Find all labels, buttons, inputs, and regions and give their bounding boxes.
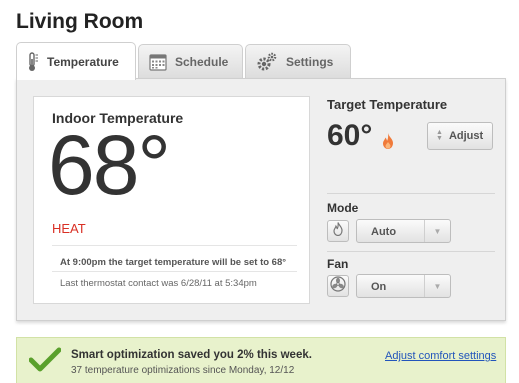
contact-note: Last thermostat contact was 6/28/11 at 5…: [60, 278, 257, 289]
fan-dropdown[interactable]: On ▼: [356, 274, 451, 298]
section-divider: [327, 251, 495, 252]
fan-label: Fan: [327, 257, 349, 271]
adjust-comfort-settings-link[interactable]: Adjust comfort settings: [385, 350, 496, 362]
mode-flame-button[interactable]: [327, 220, 349, 242]
chevron-down-icon: ▼: [424, 220, 450, 242]
tab-schedule[interactable]: Schedule: [138, 44, 243, 79]
gears-icon: [256, 52, 278, 72]
fan-value: On: [371, 281, 387, 293]
indoor-temperature-card: Indoor Temperature 68° HEAT At 9:00pm th…: [33, 96, 310, 304]
fan-icon: [330, 275, 346, 297]
room-title: Living Room: [16, 10, 144, 33]
target-temperature-title: Target Temperature: [327, 97, 448, 112]
tab-settings-label: Settings: [286, 55, 334, 69]
tab-temperature-label: Temperature: [47, 54, 119, 69]
optimization-message: Smart optimization saved you 2% this wee…: [71, 349, 312, 361]
optimization-sub-message: 37 temperature optimizations since Monda…: [71, 365, 295, 376]
card-divider: [52, 271, 297, 272]
heat-status: HEAT: [52, 221, 86, 236]
adjust-button-label: Adjust: [448, 130, 484, 142]
tab-schedule-label: Schedule: [175, 55, 229, 69]
tab-bar: Temperature Schedule Settings: [16, 42, 506, 80]
fan-button[interactable]: [327, 275, 349, 297]
flame-icon: [382, 133, 394, 154]
mode-value: Auto: [371, 226, 397, 238]
chevron-down-icon: ▼: [424, 275, 450, 297]
calendar-icon: [149, 53, 167, 71]
card-divider: [52, 245, 297, 246]
up-down-arrows-icon: ▲ ▼: [436, 129, 443, 142]
adjust-button[interactable]: ▲ ▼ Adjust: [427, 122, 493, 150]
tab-temperature[interactable]: Temperature: [16, 42, 136, 80]
flame-outline-icon: [333, 221, 343, 241]
target-temperature-value: 60°: [327, 119, 373, 152]
mode-dropdown[interactable]: Auto ▼: [356, 219, 451, 243]
optimization-banner: Smart optimization saved you 2% this wee…: [16, 337, 506, 383]
tab-settings[interactable]: Settings: [245, 44, 351, 79]
section-divider: [327, 193, 495, 194]
thermometer-icon: [27, 51, 39, 72]
mode-label: Mode: [327, 201, 359, 215]
schedule-note: At 9:00pm the target temperature will be…: [60, 257, 287, 268]
indoor-temperature-value: 68°: [48, 118, 171, 212]
checkmark-icon: [28, 347, 62, 378]
temperature-panel: Indoor Temperature 68° HEAT At 9:00pm th…: [16, 78, 506, 321]
